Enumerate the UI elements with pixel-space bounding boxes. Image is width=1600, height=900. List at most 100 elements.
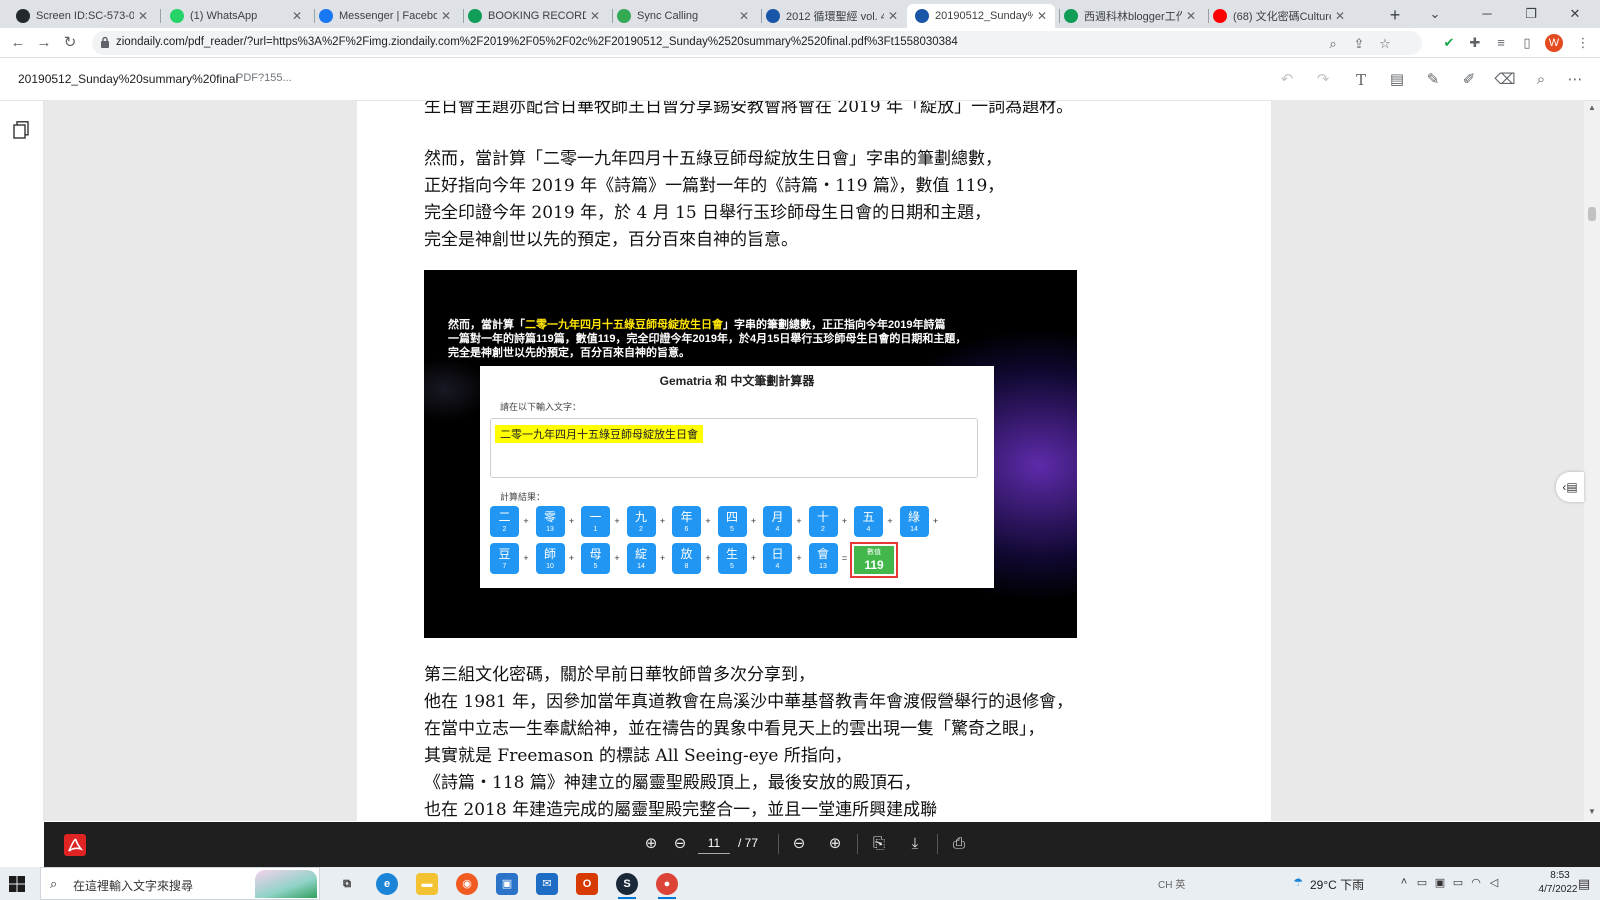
document-area: 生日會主題亦配合日華牧師王日曾分享錫安教會將會在 2019 年「綻放」一詞為題材…	[44, 101, 1584, 821]
browser-tab[interactable]: 西週科林blogger工作 ✕	[1056, 4, 1204, 28]
page-number-input[interactable]: 11	[698, 832, 730, 854]
zoo-icon	[915, 9, 929, 23]
browser-tab-label: (68) 文化密碼Culture	[1233, 11, 1331, 23]
scrollbar-thumb[interactable]	[1588, 207, 1596, 221]
download-icon[interactable]: ⤓	[905, 834, 925, 854]
taskbar-search-box[interactable]: ⌕ 在這裡輸入文字來搜尋	[40, 867, 320, 900]
print-icon[interactable]: ⎙	[949, 834, 969, 854]
minimize-icon[interactable]: ─	[1472, 4, 1502, 24]
pdf-bottom-toolbar: ⊕ ⊖ 11 / 77 ⊖ ⊕ ⎘ ⤓ ⎙	[44, 822, 1600, 867]
edge-browser-icon[interactable]: e	[376, 873, 398, 895]
vertical-scrollbar[interactable]: ▲ ▼	[1584, 101, 1600, 821]
add-text-icon[interactable]: T	[1350, 69, 1372, 91]
chip-character: 綻	[634, 547, 647, 561]
steam-icon[interactable]: S	[616, 873, 638, 895]
close-tab-icon[interactable]: ✕	[1186, 9, 1196, 23]
plus-sign: +	[659, 516, 666, 526]
weather-text[interactable]: 29°C 下雨	[1310, 876, 1364, 893]
next-page-icon[interactable]: ⊖	[670, 834, 690, 854]
tab-search-icon[interactable]: ⌄	[1420, 4, 1450, 24]
close-tab-icon[interactable]: ✕	[138, 9, 148, 23]
chip-character: 豆	[498, 547, 511, 561]
browser-tab-label: BOOKING RECORD -	[488, 10, 586, 22]
tray-chevron-icon[interactable]: ˄	[1396, 876, 1412, 888]
highlighter-icon[interactable]: ✎	[1422, 69, 1444, 91]
plus-sign: +	[750, 553, 757, 563]
browser-tab-label: 2012 循環聖經 vol. 48	[786, 11, 884, 23]
mail-icon[interactable]: ✉	[536, 873, 558, 895]
total-label: 數值	[867, 549, 881, 556]
pen-icon[interactable]: ✐	[1458, 69, 1480, 91]
extension-check-icon[interactable]: ✔	[1440, 34, 1458, 52]
side-panel-icon[interactable]: ▯	[1518, 34, 1536, 52]
chrome-icon[interactable]: ●	[656, 873, 678, 895]
comments-panel-toggle-icon[interactable]: ‹▤	[1556, 472, 1584, 502]
extensions-puzzle-icon[interactable]: ✚	[1466, 34, 1484, 52]
previous-page-icon[interactable]: ⊕	[641, 834, 661, 854]
wifi-icon[interactable]: ◠	[1468, 876, 1484, 889]
forward-arrow-icon[interactable]: →	[34, 33, 54, 53]
close-tab-icon[interactable]: ✕	[590, 9, 600, 23]
profile-avatar[interactable]: W	[1545, 34, 1563, 52]
back-arrow-icon[interactable]: ←	[8, 33, 28, 53]
comment-icon[interactable]: ▤	[1386, 69, 1408, 91]
chip-stroke-value: 4	[775, 526, 780, 533]
task-view-icon[interactable]: ⧉	[336, 873, 358, 895]
windows-start-icon[interactable]	[8, 875, 26, 893]
tray-meet-icon[interactable]: ▣	[1432, 876, 1448, 889]
stroke-count-chip: 月4	[763, 506, 792, 537]
browser-tab[interactable]: Messenger | Faceboo ✕	[311, 4, 459, 28]
bookmark-star-icon[interactable]: ☆	[1376, 35, 1394, 53]
chip-stroke-value: 13	[546, 526, 554, 533]
close-tab-icon[interactable]: ✕	[1037, 9, 1047, 23]
address-bar[interactable]: ziondaily.com/pdf_reader/?url=https%3A%2…	[92, 31, 1422, 55]
close-tab-icon[interactable]: ✕	[292, 9, 302, 23]
close-tab-icon[interactable]: ✕	[888, 9, 898, 23]
tray-app-icon[interactable]: ▭	[1414, 876, 1430, 889]
fit-page-icon[interactable]: ⎘	[869, 834, 889, 854]
redo-icon[interactable]: ↷	[1312, 69, 1334, 91]
scroll-up-icon[interactable]: ▲	[1587, 103, 1597, 112]
restore-icon[interactable]: ❐	[1516, 4, 1546, 24]
page-text-line: 完全是神創世以先的預定，百分百來自神的旨意。	[424, 230, 798, 250]
scroll-down-icon[interactable]: ▼	[1587, 807, 1597, 816]
close-tab-icon[interactable]: ✕	[441, 9, 451, 23]
close-tab-icon[interactable]: ✕	[1335, 9, 1345, 23]
battery-icon[interactable]: ▭	[1450, 876, 1466, 889]
reload-icon[interactable]: ↻	[60, 33, 80, 53]
browser-tab[interactable]: (1) WhatsApp ✕	[162, 4, 310, 28]
close-tab-icon[interactable]: ✕	[739, 9, 749, 23]
browser-tab[interactable]: (68) 文化密碼Culture ✕	[1205, 4, 1353, 28]
browser-tab[interactable]: Screen ID:SC-573-00 ✕	[8, 4, 156, 28]
undo-icon[interactable]: ↶	[1276, 69, 1298, 91]
share-icon[interactable]: ⇪	[1350, 35, 1368, 53]
calculator-input-box: 二零一九年四月十五綠豆師母綻放生日會	[490, 418, 978, 478]
zoom-out-icon[interactable]: ⊖	[789, 834, 809, 854]
microsoft-store-icon[interactable]: ▣	[496, 873, 518, 895]
notifications-icon[interactable]: ▤	[1576, 876, 1592, 892]
chip-character: 零	[543, 510, 556, 524]
search-icon[interactable]: ⌕	[1530, 69, 1552, 91]
close-window-icon[interactable]: ✕	[1560, 4, 1590, 24]
pages-thumbnail-icon[interactable]	[13, 121, 29, 139]
office-icon[interactable]: O	[576, 873, 598, 895]
zoom-in-icon[interactable]: ⊕	[825, 834, 845, 854]
more-options-icon[interactable]: ⋯	[1564, 69, 1586, 91]
browser-tab[interactable]: 20190512_Sunday% ✕	[907, 4, 1055, 28]
zoom-icon[interactable]: ⌕	[1324, 35, 1342, 53]
reading-list-icon[interactable]: ≡	[1492, 34, 1510, 52]
eraser-icon[interactable]: ⌫	[1494, 69, 1516, 91]
file-explorer-icon[interactable]: ▬	[416, 873, 438, 895]
firefox-icon[interactable]: ◉	[456, 873, 478, 895]
new-tab-button[interactable]: +	[1384, 4, 1406, 26]
browser-tab[interactable]: 2012 循環聖經 vol. 48 ✕	[758, 4, 906, 28]
browser-tab-label: Messenger | Faceboo	[339, 10, 437, 22]
search-highlight-art	[255, 870, 317, 898]
browser-menu-icon[interactable]: ⋮	[1574, 34, 1592, 52]
input-method-indicator[interactable]: CH 英	[1158, 876, 1185, 891]
browser-tab[interactable]: BOOKING RECORD - ✕	[460, 4, 608, 28]
browser-tab[interactable]: Sync Calling ✕	[609, 4, 757, 28]
volume-icon[interactable]: ◁	[1486, 876, 1502, 889]
youtube-icon	[1213, 9, 1227, 23]
pdf-viewer-header: 20190512_Sunday%20summary%20final PDF?15…	[0, 59, 1600, 101]
